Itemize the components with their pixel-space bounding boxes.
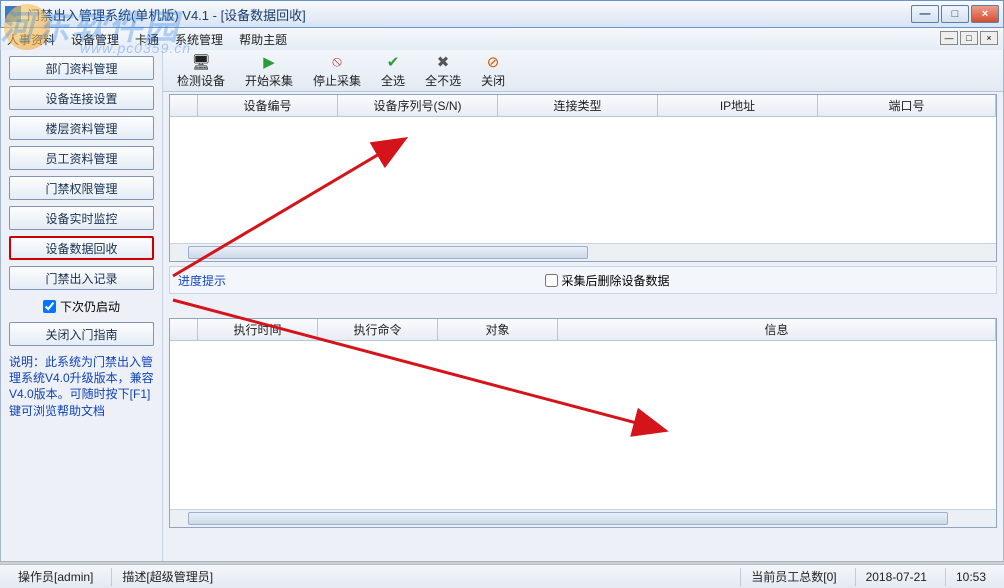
sidebar-item-data-recycle[interactable]: 设备数据回收 <box>9 236 154 260</box>
menu-personnel[interactable]: 人事资料 <box>7 31 55 48</box>
tool-stop-label: 停止采集 <box>313 72 361 89</box>
col-port[interactable]: 端口号 <box>818 95 996 116</box>
menu-card[interactable]: 卡通 <box>135 31 159 48</box>
progress-row: 进度提示 采集后删除设备数据 <box>169 266 997 294</box>
delete-after-label: 采集后删除设备数据 <box>562 272 670 289</box>
mdi-maximize-button[interactable]: □ <box>960 31 978 45</box>
close-icon: ⊘ <box>484 53 502 71</box>
x-icon: ✖ <box>434 53 452 71</box>
status-operator-value: [admin] <box>54 570 93 584</box>
device-grid: 设备编号 设备序列号(S/N) 连接类型 IP地址 端口号 <box>169 94 997 262</box>
log-col-cmd[interactable]: 执行命令 <box>318 319 438 340</box>
play-icon: ▶ <box>260 53 278 71</box>
hscroll-thumb[interactable] <box>188 246 588 259</box>
tool-selectnone-label: 全不选 <box>425 72 461 89</box>
log-grid-body[interactable] <box>170 341 996 509</box>
delete-after-collect-check[interactable]: 采集后删除设备数据 <box>545 272 670 289</box>
window-minimize-button[interactable]: — <box>911 5 939 23</box>
log-grid-hscroll[interactable] <box>170 509 996 527</box>
content-area: 🖥 检测设备 ▶ 开始采集 ⦸ 停止采集 ✔ 全选 ✖ 全不选 ⊘ 关闭 <box>163 50 1003 561</box>
status-time: 10:53 <box>945 568 996 586</box>
tool-close[interactable]: ⊘ 关闭 <box>475 53 511 89</box>
next-start-label: 下次仍启动 <box>60 298 120 315</box>
tool-start-label: 开始采集 <box>245 72 293 89</box>
col-serial[interactable]: 设备序列号(S/N) <box>338 95 498 116</box>
menu-system[interactable]: 系统管理 <box>175 31 223 48</box>
status-emp-count: 当前员工总数[0] <box>740 568 846 586</box>
tool-select-none[interactable]: ✖ 全不选 <box>419 53 467 89</box>
check-icon: ✔ <box>384 53 402 71</box>
tool-stop-collect[interactable]: ⦸ 停止采集 <box>307 53 367 89</box>
log-col-target[interactable]: 对象 <box>438 319 558 340</box>
mdi-close-button[interactable]: × <box>980 31 998 45</box>
stop-icon: ⦸ <box>328 53 346 71</box>
sidebar-next-start-check[interactable]: 下次仍启动 <box>9 296 154 316</box>
tool-close-label: 关闭 <box>481 72 505 89</box>
monitor-icon: 🖥 <box>192 53 210 71</box>
device-grid-header: 设备编号 设备序列号(S/N) 连接类型 IP地址 端口号 <box>170 95 996 117</box>
sidebar-item-access-perm[interactable]: 门禁权限管理 <box>9 176 154 200</box>
sidebar-item-realtime[interactable]: 设备实时监控 <box>9 206 154 230</box>
statusbar: 操作员 [admin] 描述 [超级管理员] 当前员工总数[0] 2018-07… <box>0 564 1004 588</box>
toolbar: 🖥 检测设备 ▶ 开始采集 ⦸ 停止采集 ✔ 全选 ✖ 全不选 ⊘ 关闭 <box>163 50 1003 92</box>
col-ip[interactable]: IP地址 <box>658 95 818 116</box>
log-grid-header: 执行时间 执行命令 对象 信息 <box>170 319 996 341</box>
titlebar: 门禁出入管理系统(单机版) V4.1 - [设备数据回收] — □ × <box>0 0 1004 28</box>
menu-help[interactable]: 帮助主题 <box>239 31 287 48</box>
window-maximize-button[interactable]: □ <box>941 5 969 23</box>
status-desc-label: 描述 <box>122 568 146 585</box>
log-col-time[interactable]: 执行时间 <box>198 319 318 340</box>
status-operator: 操作员 [admin] <box>8 568 103 586</box>
progress-label: 进度提示 <box>178 272 226 289</box>
sidebar-item-employee[interactable]: 员工资料管理 <box>9 146 154 170</box>
device-grid-hscroll[interactable] <box>170 243 996 261</box>
sidebar-close-guide[interactable]: 关闭入门指南 <box>9 322 154 346</box>
status-desc-value: [超级管理员] <box>146 568 213 585</box>
delete-after-checkbox[interactable] <box>545 274 558 287</box>
col-device-no[interactable]: 设备编号 <box>198 95 338 116</box>
status-operator-label: 操作员 <box>18 568 54 585</box>
window-title: 门禁出入管理系统(单机版) V4.1 - [设备数据回收] <box>27 5 911 24</box>
log-grid: 执行时间 执行命令 对象 信息 <box>169 318 997 528</box>
log-hscroll-thumb[interactable] <box>188 512 948 525</box>
mdi-minimize-button[interactable]: — <box>940 31 958 45</box>
tool-selectall-label: 全选 <box>381 72 405 89</box>
sidebar-item-device-conn[interactable]: 设备连接设置 <box>9 86 154 110</box>
menubar: 人事资料 设备管理 卡通 系统管理 帮助主题 <box>0 28 1004 50</box>
next-start-checkbox[interactable] <box>43 300 56 313</box>
status-desc: 描述 [超级管理员] <box>111 568 223 586</box>
sidebar-item-dept[interactable]: 部门资料管理 <box>9 56 154 80</box>
window-close-button[interactable]: × <box>971 5 999 23</box>
device-grid-body[interactable] <box>170 117 996 243</box>
tool-select-all[interactable]: ✔ 全选 <box>375 53 411 89</box>
menu-device[interactable]: 设备管理 <box>71 31 119 48</box>
log-col-info[interactable]: 信息 <box>558 319 996 340</box>
sidebar-item-access-log[interactable]: 门禁出入记录 <box>9 266 154 290</box>
sidebar-item-floor[interactable]: 楼层资料管理 <box>9 116 154 140</box>
tool-detect-device[interactable]: 🖥 检测设备 <box>171 53 231 89</box>
tool-start-collect[interactable]: ▶ 开始采集 <box>239 53 299 89</box>
log-col-selector[interactable] <box>170 319 198 340</box>
col-conn-type[interactable]: 连接类型 <box>498 95 658 116</box>
sidebar: 部门资料管理 设备连接设置 楼层资料管理 员工资料管理 门禁权限管理 设备实时监… <box>1 50 163 561</box>
col-selector[interactable] <box>170 95 198 116</box>
status-date: 2018-07-21 <box>855 568 937 586</box>
app-icon <box>5 6 21 22</box>
tool-detect-label: 检测设备 <box>177 72 225 89</box>
sidebar-note: 说明：此系统为门禁出入管理系统V4.0升级版本，兼容V4.0版本。可随时按下[F… <box>9 352 154 421</box>
